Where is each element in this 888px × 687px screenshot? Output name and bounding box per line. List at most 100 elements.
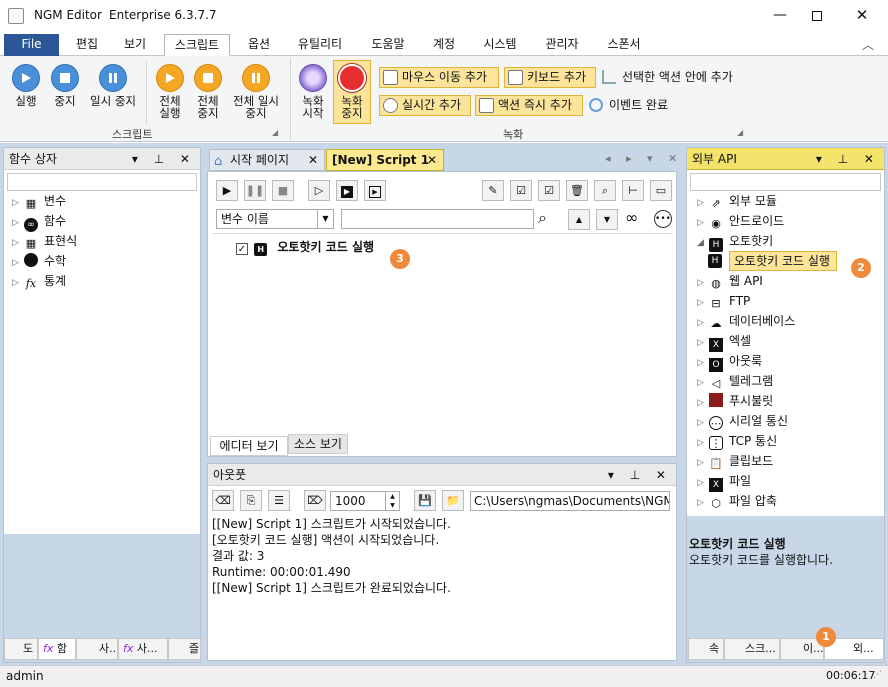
add-action-instant-button[interactable]: 액션 즉시 추가: [475, 95, 583, 116]
move-up-button[interactable]: ▲: [568, 209, 590, 230]
panel-controls[interactable]: ▾ ⊥ ✕: [132, 148, 196, 170]
api-item-outlook[interactable]: ▷ O 아웃룩: [697, 352, 762, 372]
left-tab-functions[interactable]: fx 함: [38, 638, 76, 660]
panel-controls[interactable]: ▾ ⊥ ✕: [608, 464, 672, 486]
stop-button[interactable]: 중지: [45, 64, 85, 107]
action-checkbox[interactable]: ✓: [236, 243, 248, 255]
run-all-button[interactable]: 전체 실행: [150, 64, 190, 119]
api-item-autohotkey-run[interactable]: H 오토핫키 코드 실행: [708, 251, 837, 271]
record-start-button[interactable]: 녹화 시작: [297, 64, 329, 119]
api-item-external-module[interactable]: ▷ ⇗ 외부 모듈: [697, 192, 777, 210]
dialog-launcher-icon[interactable]: ◢: [737, 128, 743, 137]
editor-tab-script[interactable]: [New] Script 1 ✕: [326, 149, 444, 171]
copy-output-icon[interactable]: ⎘: [240, 490, 262, 511]
tab-view[interactable]: 보기: [114, 34, 156, 56]
search-icon[interactable]: ⌕: [594, 180, 616, 201]
view-tab-source[interactable]: 소스 보기: [288, 434, 348, 454]
editor-tab-controls[interactable]: ◂ ▸ ▾ ✕: [605, 152, 683, 165]
api-item-clipboard[interactable]: ▷ 📋 클립보드: [697, 452, 773, 470]
function-search-input[interactable]: [7, 173, 197, 191]
variable-name-combo[interactable]: 변수 이름 ▼: [216, 209, 334, 229]
stop-script-button[interactable]: ■: [272, 180, 294, 201]
tab-account[interactable]: 계정: [424, 34, 464, 56]
tab-file[interactable]: File: [4, 34, 59, 56]
more-icon[interactable]: •••: [654, 210, 672, 228]
run-selected-button[interactable]: ▶: [364, 180, 386, 201]
monitor-icon[interactable]: ▭: [650, 180, 672, 201]
minimize-button[interactable]: —: [760, 0, 800, 32]
resize-grip-icon[interactable]: ⋰: [873, 670, 882, 680]
left-tab-user[interactable]: 사...: [76, 638, 118, 660]
run-button[interactable]: 실행: [6, 64, 46, 107]
pause-all-button[interactable]: 전체 일시 중지: [228, 64, 284, 119]
tab-system[interactable]: 시스템: [474, 34, 526, 56]
panel-controls[interactable]: ▾ ⊥ ✕: [816, 148, 880, 170]
output-path-field[interactable]: C:\Users\ngmas\Documents\NGM6\: [470, 491, 670, 511]
api-item-autohotkey[interactable]: ◢ H 오토핫키: [697, 232, 773, 252]
tab-sponsor[interactable]: 스폰서: [598, 34, 650, 56]
clear-output-icon[interactable]: ⌫: [212, 490, 234, 511]
run-to-button[interactable]: ▶: [336, 180, 358, 201]
close-button[interactable]: ✕: [842, 0, 882, 32]
delete-icon[interactable]: 🗑: [566, 180, 588, 201]
tree-view-icon[interactable]: ⊢: [622, 180, 644, 201]
list-icon[interactable]: ☰: [268, 490, 290, 511]
stepper-arrows-icon[interactable]: ▲ ▼: [385, 492, 399, 510]
eraser-icon[interactable]: ⌦: [304, 490, 326, 511]
view-tab-editor[interactable]: 에디터 보기: [210, 436, 288, 456]
close-icon[interactable]: ✕: [308, 150, 318, 170]
tree-item-function[interactable]: ▷ ∞ 함수: [12, 212, 66, 232]
pause-button[interactable]: 일시 중지: [84, 64, 142, 107]
api-item-ftp[interactable]: ▷ ⊟ FTP: [697, 292, 750, 310]
edit-icon[interactable]: ✎: [482, 180, 504, 201]
tree-item-variable[interactable]: ▷ ▦ 변수: [12, 192, 66, 210]
api-item-zip[interactable]: ▷ ⬡ 파일 압축: [697, 492, 777, 510]
api-item-serial[interactable]: ▷ ⋯ 시리얼 통신: [697, 412, 788, 430]
variable-search-input[interactable]: [341, 209, 534, 229]
save-icon[interactable]: 💾: [414, 490, 436, 511]
api-item-excel[interactable]: ▷ X 엑셀: [697, 332, 751, 352]
api-item-database[interactable]: ▷ ☁ 데이터베이스: [697, 312, 795, 330]
event-complete-button[interactable]: 이벤트 완료: [587, 96, 668, 116]
api-item-telegram[interactable]: ▷ ◁ 텔레그램: [697, 372, 773, 390]
right-tab-properties[interactable]: 속: [688, 638, 724, 660]
pause-script-button[interactable]: ❚❚: [244, 180, 266, 201]
run-script-button[interactable]: ▶: [216, 180, 238, 201]
move-down-button[interactable]: ▼: [596, 209, 618, 230]
check-all-icon[interactable]: ☑: [510, 180, 532, 201]
tab-script[interactable]: 스크립트: [164, 34, 230, 56]
api-item-file[interactable]: ▷ X 파일: [697, 472, 751, 492]
folder-icon[interactable]: 📁: [442, 490, 464, 511]
record-stop-button[interactable]: 녹화 중지: [333, 60, 371, 124]
tree-item-math[interactable]: ▷ 수학: [12, 252, 66, 270]
close-icon[interactable]: ✕: [427, 150, 437, 170]
step-button[interactable]: ▷: [308, 180, 330, 201]
limit-stepper[interactable]: 1000 ▲ ▼: [330, 491, 400, 511]
api-item-web[interactable]: ▷ ◍ 웹 API: [697, 272, 763, 290]
add-keyboard-button[interactable]: 키보드 추가: [504, 67, 596, 88]
check-icon[interactable]: ☑: [538, 180, 560, 201]
tab-options[interactable]: 옵션: [238, 34, 280, 56]
right-tab-script[interactable]: 스크...: [724, 638, 780, 660]
tree-item-statistics[interactable]: ▷ fx 통계: [12, 272, 66, 290]
api-item-android[interactable]: ▷ ◉ 안드로이드: [697, 212, 784, 230]
tab-edit[interactable]: 편집: [66, 34, 108, 56]
dialog-launcher-icon[interactable]: ◢: [272, 128, 278, 137]
left-tab-favorites[interactable]: 즐: [168, 638, 201, 660]
left-tab-tools[interactable]: 도: [4, 638, 38, 660]
api-item-pushbullet[interactable]: ▷ 푸시불릿: [697, 392, 773, 410]
infinity-icon[interactable]: ∞: [625, 208, 638, 227]
api-item-tcp[interactable]: ▷ ⋮ TCP 통신: [697, 432, 777, 450]
add-realtime-button[interactable]: 실시간 추가: [379, 95, 471, 116]
collapse-ribbon-icon[interactable]: ︿: [862, 36, 874, 53]
add-mouse-move-button[interactable]: 마우스 이동 추가: [379, 67, 499, 88]
tab-utility[interactable]: 유틸리티: [290, 34, 350, 56]
add-inside-selected-button[interactable]: 선택한 액션 안에 추가: [600, 68, 733, 88]
left-tab-user-fx[interactable]: fx 사...: [118, 638, 168, 660]
search-icon[interactable]: ⌕: [538, 208, 547, 228]
tab-help[interactable]: 도움말: [363, 34, 413, 56]
editor-tab-start[interactable]: ⌂ 시작 페이지 ✕: [209, 149, 325, 171]
stop-all-button[interactable]: 전체 중지: [188, 64, 228, 119]
api-search-input[interactable]: [690, 173, 881, 191]
maximize-button[interactable]: [797, 0, 837, 32]
